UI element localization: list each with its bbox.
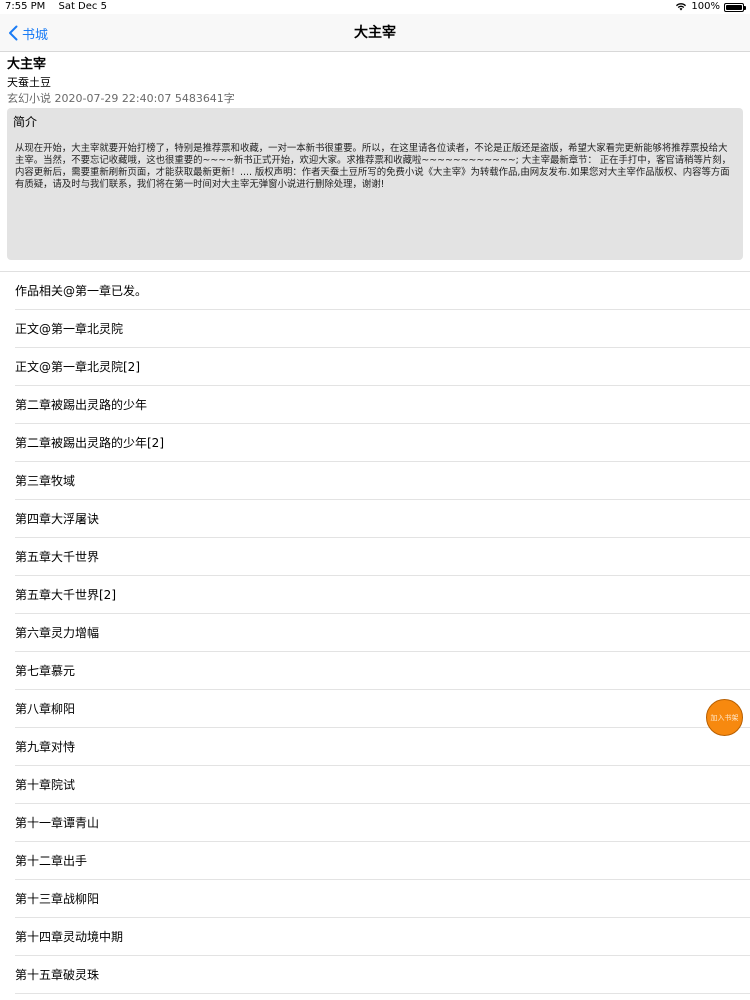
add-to-bookshelf-button[interactable]: 加入书架 <box>706 699 743 736</box>
chapter-list-item[interactable]: 第二章被踢出灵路的少年[2] <box>15 424 750 462</box>
status-left: 7:55 PM Sat Dec 5 <box>5 0 117 14</box>
chapter-list-item[interactable]: 第五章大千世界 <box>15 538 750 576</box>
chapter-list-item[interactable]: 第二章被踢出灵路的少年 <box>15 386 750 424</box>
chapter-list: 作品相关@第一章已发。 正文@第一章北灵院 正文@第一章北灵院[2] 第二章被踢出灵路… <box>0 271 750 994</box>
chapter-list-item[interactable]: 第十五章破灵珠 <box>15 956 750 994</box>
wifi-icon <box>676 3 687 11</box>
page-title: 大主宰 <box>354 25 396 41</box>
chapter-list-item[interactable]: 第六章灵力增幅 <box>15 614 750 652</box>
battery-icon <box>724 2 746 12</box>
navigation-bar: 书城 大主宰 <box>0 14 750 52</box>
chapter-list-item[interactable]: 第三章牧域 <box>15 462 750 500</box>
chapter-list-item[interactable]: 第九章对恃 <box>15 728 750 766</box>
battery-percent: 100% <box>691 1 720 12</box>
intro-heading: 简介 <box>13 115 38 129</box>
chapter-list-item[interactable]: 作品相关@第一章已发。 <box>15 272 750 310</box>
book-meta: 玄幻小说 2020-07-29 22:40:07 5483641字 <box>7 92 235 105</box>
chapter-list-item[interactable]: 第七章慕元 <box>15 652 750 690</box>
chapter-list-item[interactable]: 第十二章出手 <box>15 842 750 880</box>
battery-fill <box>726 4 742 10</box>
status-right: 100% <box>675 0 746 14</box>
status-time: 7:55 PM <box>5 1 46 12</box>
chapter-list-item[interactable]: 第五章大千世界[2] <box>15 576 750 614</box>
intro-text: 从现在开始，大主宰就要开始打榜了，特别是推荐票和收藏，一对一本新书很重要。所以，… <box>15 143 732 190</box>
chapter-list-item[interactable]: 正文@第一章北灵院 <box>15 310 750 348</box>
chapter-list-item[interactable]: 第十四章灵动境中期 <box>15 918 750 956</box>
book-info: 大主宰 天蚕土豆 玄幻小说 2020-07-29 22:40:07 548364… <box>7 56 743 106</box>
chapter-list-item[interactable]: 第十章院试 <box>15 766 750 804</box>
book-title: 大主宰 <box>7 57 47 72</box>
chapter-list-item[interactable]: 正文@第一章北灵院[2] <box>15 348 750 386</box>
status-date: Sat Dec 5 <box>58 1 107 12</box>
chapter-list-item[interactable]: 第十三章战柳阳 <box>15 880 750 918</box>
book-author: 天蚕土豆 <box>7 76 51 89</box>
chapter-list-item[interactable]: 第十一章谭青山 <box>15 804 750 842</box>
status-bar: 7:55 PM Sat Dec 5 100% <box>0 0 750 14</box>
chapter-list-item[interactable]: 第四章大浮屠诀 <box>15 500 750 538</box>
intro-box: 简介 从现在开始，大主宰就要开始打榜了，特别是推荐票和收藏，一对一本新书很重要。… <box>7 108 743 260</box>
chapter-list-item[interactable]: 第八章柳阳 <box>15 690 750 728</box>
